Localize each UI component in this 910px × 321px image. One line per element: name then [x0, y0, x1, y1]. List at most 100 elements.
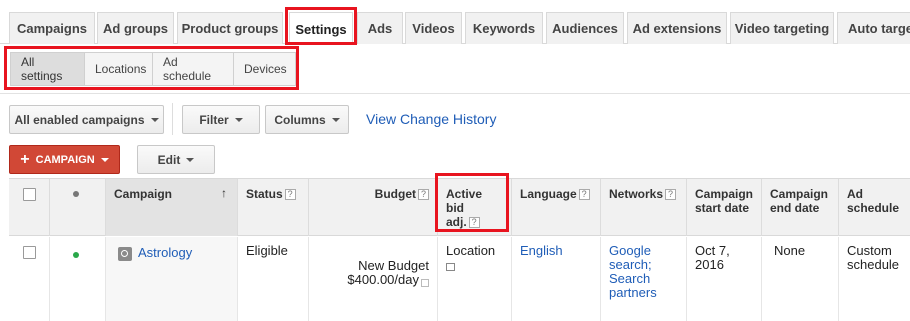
- campaign-status: Eligible: [246, 243, 288, 258]
- subtab-locations[interactable]: Locations: [84, 53, 152, 85]
- header-active-bid-adj[interactable]: Active bid adj.?: [437, 179, 511, 236]
- filter-label: Filter: [199, 112, 229, 127]
- columns-label: Columns: [274, 112, 326, 127]
- row-budget-cell: New Budget $400.00/day: [308, 237, 437, 321]
- header-end-line1: Campaign: [770, 187, 829, 201]
- settings-subtab-bar: All settings Locations Ad schedule Devic…: [10, 52, 296, 86]
- bid-adj-value: Location: [446, 243, 496, 258]
- header-start-line2: start date: [695, 201, 750, 215]
- schedule-line1: Custom: [847, 243, 892, 258]
- table-row: Astrology Eligible New Budget $400.00/da…: [9, 237, 910, 321]
- search-campaign-icon: [118, 246, 132, 261]
- tab-campaigns[interactable]: Campaigns: [9, 12, 95, 44]
- table-header: Campaign Status? Budget? Active bid adj.…: [9, 178, 910, 236]
- tab-auto-targets[interactable]: Auto targets: [837, 12, 910, 44]
- row-end-date-cell: None: [761, 237, 838, 321]
- tab-video-targeting[interactable]: Video targeting: [730, 12, 834, 44]
- toolbar-divider: [0, 93, 910, 94]
- help-icon[interactable]: ?: [284, 189, 296, 201]
- add-campaign-button[interactable]: + CAMPAIGN: [9, 145, 120, 174]
- header-status[interactable]: Status?: [237, 179, 308, 236]
- add-campaign-label: CAMPAIGN: [35, 153, 95, 166]
- status-dot-header: [73, 191, 79, 197]
- row-ad-schedule-cell: Custom schedule: [838, 237, 910, 321]
- tab-ad-extensions[interactable]: Ad extensions: [627, 12, 727, 44]
- header-bid-adj-line1: Active bid: [446, 187, 483, 215]
- edit-icon[interactable]: [421, 279, 429, 287]
- view-change-history-link[interactable]: View Change History: [366, 111, 496, 127]
- header-language-label: Language: [520, 187, 577, 201]
- header-language[interactable]: Language?: [511, 179, 600, 236]
- toolbar-separator: [172, 103, 173, 135]
- filter-button[interactable]: Filter: [182, 105, 260, 134]
- edit-label: Edit: [157, 152, 181, 167]
- header-status-label: Status: [246, 187, 283, 201]
- subtab-devices[interactable]: Devices: [233, 53, 295, 85]
- header-budget[interactable]: Budget?: [308, 179, 437, 236]
- start-date-line2: 2016: [695, 257, 724, 272]
- header-end-line2: end date: [770, 201, 820, 215]
- campaign-filter-label: All enabled campaigns: [14, 112, 145, 127]
- row-campaign-cell: Astrology: [105, 237, 237, 321]
- plus-icon: +: [20, 150, 30, 168]
- campaign-filter-dropdown[interactable]: All enabled campaigns: [9, 105, 164, 134]
- header-networks-label: Networks: [609, 187, 664, 201]
- help-icon[interactable]: ?: [418, 189, 429, 201]
- status-enabled-dot[interactable]: [73, 252, 79, 258]
- help-icon[interactable]: ?: [468, 217, 480, 229]
- header-ad-schedule[interactable]: Ad schedule: [838, 179, 910, 236]
- chevron-down-icon: [331, 117, 340, 122]
- row-status-dot-cell: [49, 237, 105, 321]
- networks-line1: Google: [609, 243, 651, 258]
- chevron-down-icon: [150, 117, 159, 122]
- row-bid-adj-cell: Location: [437, 237, 511, 321]
- budget-amount: $400.00/day: [347, 272, 419, 287]
- subtab-all-settings[interactable]: All settings: [11, 53, 84, 85]
- header-networks[interactable]: Networks?: [600, 179, 686, 236]
- edit-button[interactable]: Edit: [137, 145, 215, 174]
- schedule-line2: schedule: [847, 257, 900, 272]
- chevron-down-icon: [186, 157, 195, 162]
- tab-keywords[interactable]: Keywords: [465, 12, 543, 44]
- start-date-line1: Oct 7,: [695, 243, 730, 258]
- end-date-value: None: [774, 243, 806, 258]
- budget-name: New Budget: [358, 258, 429, 273]
- row-language-cell: English: [511, 237, 600, 321]
- networks-line3: Search: [609, 271, 651, 286]
- header-campaign[interactable]: Campaign: [105, 179, 237, 236]
- campaign-link[interactable]: Astrology: [138, 245, 192, 260]
- row-start-date-cell: Oct 7, 2016: [686, 237, 761, 321]
- row-status-cell: Eligible: [237, 237, 308, 321]
- header-bid-adj-line2: adj.: [446, 215, 467, 229]
- help-icon[interactable]: ?: [665, 189, 677, 201]
- tab-ad-groups[interactable]: Ad groups: [97, 12, 174, 44]
- header-campaign-label: Campaign: [114, 187, 173, 201]
- header-start-date[interactable]: Campaign start date: [686, 179, 761, 236]
- help-icon[interactable]: ?: [578, 189, 590, 201]
- tab-ads[interactable]: Ads: [357, 12, 403, 44]
- header-sched-line2: schedule: [847, 201, 900, 215]
- tab-settings[interactable]: Settings: [289, 12, 353, 45]
- header-end-date[interactable]: Campaign end date: [761, 179, 838, 236]
- header-status-dot-cell: [49, 179, 105, 236]
- tab-product-groups[interactable]: Product groups: [177, 12, 283, 44]
- sort-ascending-icon[interactable]: ↑: [221, 186, 227, 200]
- subtab-ad-schedule[interactable]: Ad schedule: [152, 53, 233, 85]
- networks-line2: search;: [609, 257, 652, 272]
- row-networks-cell: Google search; Search partners: [600, 237, 686, 321]
- header-sched-line1: Ad: [847, 187, 863, 201]
- table-view-icon[interactable]: [446, 262, 455, 271]
- language-link[interactable]: English: [520, 243, 563, 258]
- chevron-down-icon: [100, 157, 109, 162]
- networks-link[interactable]: Google search; Search partners: [609, 244, 678, 300]
- chevron-down-icon: [234, 117, 243, 122]
- networks-line4: partners: [609, 285, 657, 300]
- header-budget-label: Budget: [374, 187, 416, 201]
- tab-audiences[interactable]: Audiences: [546, 12, 624, 44]
- row-checkbox[interactable]: [23, 246, 36, 259]
- tab-videos[interactable]: Videos: [405, 12, 462, 44]
- main-tab-bar: Campaigns Ad groups Product groups Setti…: [0, 0, 910, 45]
- select-all-checkbox[interactable]: [23, 188, 36, 201]
- header-start-line1: Campaign: [695, 187, 754, 201]
- columns-button[interactable]: Columns: [265, 105, 349, 134]
